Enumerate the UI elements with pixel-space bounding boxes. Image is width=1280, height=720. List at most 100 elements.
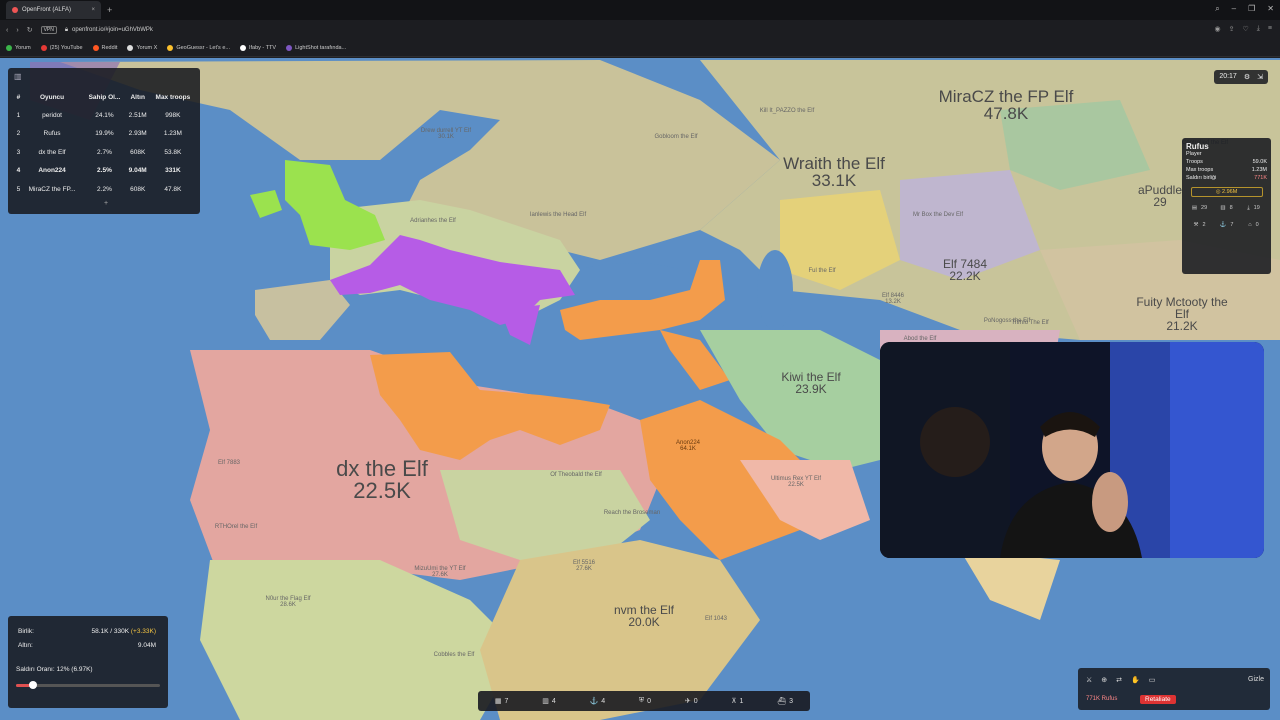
territory-label-small[interactable]: Ianlewis the Head Elf bbox=[530, 212, 586, 218]
build-slot[interactable]: ⛨ 0 bbox=[639, 697, 651, 705]
close-icon[interactable]: ✕ bbox=[1267, 4, 1274, 14]
territory-label[interactable]: aPuddle 29 bbox=[1138, 184, 1182, 208]
build-bar: ▦ 7 ▥ 4 ⚓ 4 ⛨ 0 ✈ 0 ⊼ 1 ⛴ 3 bbox=[478, 691, 810, 711]
bookmark-item[interactable]: LightShot tarafında... bbox=[286, 45, 346, 51]
territory-label[interactable]: Anon224 64.1K bbox=[676, 440, 700, 452]
vpn-badge[interactable]: VPN bbox=[40, 26, 57, 34]
build-count: 7 bbox=[504, 697, 509, 705]
browser-tab[interactable]: OpenFront (ALFA) × bbox=[6, 1, 101, 19]
territory-label-small[interactable]: Of Theobald the Elf bbox=[550, 472, 602, 478]
leaderboard-column-header[interactable]: Altın bbox=[126, 88, 150, 106]
territory-label-small[interactable]: Elf 1043 bbox=[705, 616, 727, 622]
bookmark-item[interactable]: Yorum bbox=[6, 45, 31, 51]
menu-icon[interactable]: ≡ bbox=[1268, 25, 1272, 33]
share-icon[interactable]: ⇪ bbox=[1229, 25, 1235, 33]
territory-label-small[interactable]: Kill It_PAZZO the Elf bbox=[760, 108, 815, 114]
territory-label[interactable]: MizuUmi the YT Elf 27.6K bbox=[414, 566, 465, 578]
close-tab-icon[interactable]: × bbox=[91, 7, 95, 13]
settings-icon[interactable]: ⚙ bbox=[1244, 73, 1250, 81]
handshake-icon[interactable]: ✋ bbox=[1131, 676, 1140, 684]
build-slot[interactable]: ▦ 7 bbox=[495, 697, 509, 706]
expand-leaderboard-button[interactable]: + bbox=[104, 200, 108, 207]
camera-icon[interactable]: ◉ bbox=[1215, 25, 1221, 33]
back-icon[interactable]: ‹ bbox=[6, 27, 8, 34]
sword-icon[interactable]: ⚔ bbox=[1086, 676, 1092, 684]
territory-label[interactable]: Wraith the Elf 33.1K bbox=[783, 155, 885, 189]
territory-label-small[interactable]: RTHOrel the Elf bbox=[215, 524, 257, 530]
territory-label-small[interactable]: Elf 7883 bbox=[218, 460, 240, 466]
territory-label-small[interactable]: Ful the Elf bbox=[808, 268, 835, 274]
territory-label[interactable]: nvm the Elf 20.0K bbox=[614, 604, 674, 628]
territory-label[interactable]: N0ur the Flag Elf 28.6K bbox=[265, 596, 310, 608]
territory-label[interactable]: Fuity Mctooty the Elf 21.2K bbox=[1133, 296, 1231, 332]
territory-label[interactable]: Elf 8446 13.2K bbox=[882, 293, 904, 305]
leaderboard-row[interactable]: 2 Rufus 19.9% 2.93M 1.23M bbox=[16, 125, 196, 144]
events-panel: ⚔ ⊕ ⇄ ✋ ▭ Gizle 771K Rufus Retaliate bbox=[1078, 668, 1270, 710]
territory-troops: 22.5K bbox=[788, 482, 804, 488]
leaderboard-column-header[interactable]: Max troops bbox=[150, 88, 196, 106]
defense-icon: ⛨ bbox=[638, 697, 645, 704]
territory-label[interactable]: Ultimus Rex YT Elf 22.5K bbox=[771, 476, 821, 488]
exit-icon[interactable]: ⇲ bbox=[1257, 73, 1263, 81]
building-stat: ⚓ 7 bbox=[1213, 222, 1240, 228]
territory-label[interactable]: dx the Elf 22.5K bbox=[336, 458, 428, 502]
bookmark-item[interactable]: Reddit bbox=[92, 45, 117, 51]
territory-label-small[interactable]: Adrianhes the Elf bbox=[410, 218, 456, 224]
territory-label[interactable]: Drew durrell YT Elf 30.1K bbox=[421, 128, 471, 140]
player-stat-value: 771K bbox=[1254, 175, 1267, 181]
new-tab-button[interactable]: + bbox=[107, 5, 112, 15]
forward-icon[interactable]: › bbox=[16, 27, 18, 34]
chat-icon[interactable]: ▭ bbox=[1149, 676, 1156, 684]
leaderboard-row[interactable]: 5 MiraCZ the FP... 2.2% 608K 47.8K bbox=[16, 180, 196, 199]
territory-label[interactable]: Elf 5516 27.6K bbox=[573, 560, 595, 572]
leaderboard-row[interactable]: 3 dx the Elf 2.7% 608K 53.8K bbox=[16, 143, 196, 162]
territory-label[interactable]: Elf 7484 22.2K bbox=[943, 258, 987, 282]
player-stat-value: 59.0K bbox=[1252, 159, 1267, 165]
territory-label-small[interactable]: Trimfo The Elf bbox=[1011, 320, 1048, 326]
reload-icon[interactable]: ↻ bbox=[27, 26, 33, 34]
leaderboard-icon[interactable]: ▥ bbox=[14, 72, 22, 81]
territory-label-small[interactable]: Gobloom the Elf bbox=[654, 134, 697, 140]
build-slot[interactable]: ▥ 4 bbox=[542, 697, 556, 706]
attack-ratio-slider[interactable] bbox=[16, 681, 160, 689]
build-count: 0 bbox=[693, 697, 698, 705]
leaderboard-cell-name: peridot bbox=[42, 111, 62, 119]
territory-label-small[interactable]: Reach the Broseman bbox=[604, 510, 660, 516]
leaderboard-row[interactable]: 4 Anon224 2.5% 9.04M 331K bbox=[16, 162, 196, 181]
bookmark-icon bbox=[167, 45, 174, 51]
territory-label[interactable]: Kiwi the Elf 23.9K bbox=[781, 371, 840, 395]
url-field[interactable]: 🔒︎ openfront.io/#join=uGhVbWPk bbox=[65, 27, 153, 34]
restore-icon[interactable]: ❐ bbox=[1248, 4, 1255, 14]
territory-label-small[interactable]: Cobbles the Elf bbox=[434, 652, 475, 658]
minimize-icon[interactable]: – bbox=[1232, 4, 1236, 14]
bookmark-item[interactable]: (25) YouTube bbox=[40, 45, 83, 51]
retaliate-button[interactable]: Retaliate bbox=[1140, 695, 1176, 704]
crosshair-icon[interactable]: ⊕ bbox=[1101, 676, 1107, 684]
bookmark-item[interactable]: GeoGuessr - Let's e... bbox=[167, 45, 230, 51]
leaderboard-column-header[interactable]: Oyuncu bbox=[21, 88, 83, 106]
attack-ratio-handle[interactable] bbox=[29, 681, 38, 689]
bookmark-item[interactable]: Yorum X bbox=[127, 45, 157, 51]
hide-button[interactable]: Gizle bbox=[1248, 676, 1264, 683]
build-slot[interactable]: ⛴ 3 bbox=[777, 697, 793, 706]
leaderboard-column-header[interactable]: Sahip Ol... bbox=[83, 88, 125, 106]
search-icon[interactable]: ⌕ bbox=[1215, 4, 1219, 14]
heart-icon[interactable]: ♡ bbox=[1243, 25, 1249, 33]
territory-troops: 28.6K bbox=[280, 602, 296, 608]
download-icon[interactable]: ⤓ bbox=[1257, 25, 1260, 33]
lock-icon: 🔒︎ bbox=[64, 26, 69, 33]
build-slot[interactable]: ✈ 0 bbox=[685, 697, 698, 706]
trade-icon[interactable]: ⇄ bbox=[1116, 676, 1122, 684]
territory-label-small[interactable]: Mr Box the Dev Elf bbox=[913, 212, 963, 218]
leaderboard-cell-troops: 1.23M bbox=[163, 130, 182, 138]
territory-troops: 27.6K bbox=[432, 572, 448, 578]
leaderboard-row[interactable]: 1 peridot 24.1% 2.51M 998K bbox=[16, 106, 196, 125]
territory-label[interactable]: MiraCZ the FP Elf 47.8K bbox=[939, 88, 1074, 122]
leaderboard-cell-gold: 2.93M bbox=[128, 130, 147, 138]
player-type: Player bbox=[1186, 151, 1202, 157]
bookmark-item[interactable]: Ifaby - TTV bbox=[239, 45, 276, 51]
player-stats-panel: Birlik: 58.1K / 330K (+3.33K) Altın: 9.0… bbox=[8, 616, 168, 708]
build-slot[interactable]: ⊼ 1 bbox=[731, 697, 743, 706]
building-count: 19 bbox=[1253, 205, 1260, 211]
build-slot[interactable]: ⚓ 4 bbox=[590, 697, 606, 706]
